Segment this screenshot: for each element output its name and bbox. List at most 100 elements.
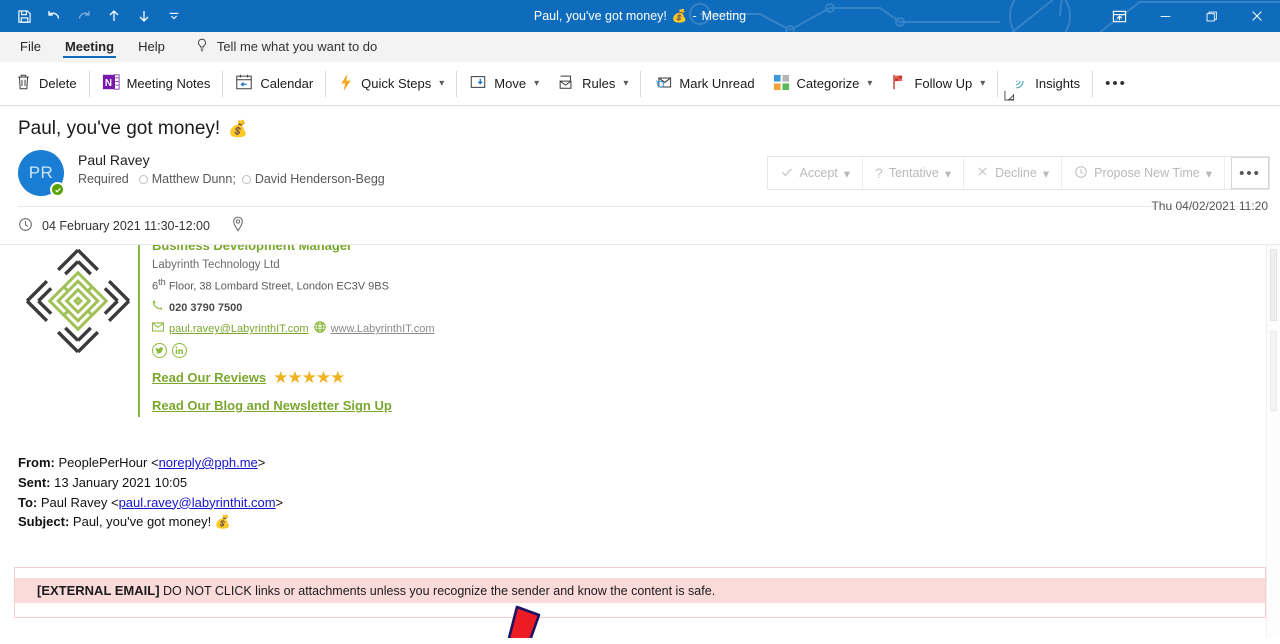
forwarded-from-email-link[interactable]: noreply@pph.me <box>159 455 258 470</box>
twitter-icon[interactable] <box>152 342 167 358</box>
rules-icon <box>557 73 575 94</box>
location-pin-icon[interactable] <box>231 216 245 235</box>
forwarded-sent-value: 13 January 2021 10:05 <box>54 474 188 490</box>
signature-address-sup: th <box>158 276 166 287</box>
attendee-2[interactable]: David Henderson-Begg <box>241 172 385 186</box>
signature-blog-row: Read Our Blog and Newsletter Sign Up <box>152 395 435 417</box>
redo-icon[interactable] <box>70 3 98 29</box>
clock-icon <box>1074 165 1088 182</box>
close-icon[interactable] <box>1234 0 1280 32</box>
response-more-button[interactable]: ••• <box>1231 157 1269 189</box>
signature-contact-row: paul.ravey@LabyrinthIT.com www.Labyrinth… <box>152 321 435 340</box>
ribbon-insights-label: Insights <box>1035 76 1081 91</box>
tab-help[interactable]: Help <box>126 32 177 61</box>
ribbon-rules-label: Rules <box>582 76 616 91</box>
read-our-blog-link[interactable]: Read Our Blog and Newsletter Sign Up <box>152 398 392 413</box>
linkedin-icon[interactable] <box>172 342 187 358</box>
read-our-reviews-link[interactable]: Read Our Reviews <box>152 367 266 388</box>
cross-icon <box>976 165 989 181</box>
tab-help-label: Help <box>138 39 165 54</box>
chevron-down-icon[interactable]: ▾ <box>867 78 872 89</box>
chevron-down-icon[interactable]: ▾ <box>844 166 850 181</box>
window-controls[interactable] <box>1096 0 1280 32</box>
signature-email-link[interactable]: paul.ravey@LabyrinthIT.com <box>169 321 309 339</box>
page-title: Paul, you've got money! 💰 <box>0 106 1280 146</box>
ribbon-separator <box>88 70 90 97</box>
signature-social-links[interactable] <box>152 340 435 359</box>
tab-file-label: File <box>20 39 41 54</box>
ribbon-move-button[interactable]: Move ▾ <box>460 67 548 101</box>
accept-button[interactable]: Accept ▾ <box>768 157 864 189</box>
labyrinth-maze-logo <box>18 245 138 417</box>
ribbon-categorize-button[interactable]: Categorize ▾ <box>764 67 882 101</box>
sender-name[interactable]: Paul Ravey <box>78 152 385 168</box>
ribbon-delete-button[interactable]: Delete <box>6 67 86 101</box>
ribbon-rules-button[interactable]: Rules ▾ <box>548 67 637 101</box>
tab-meeting[interactable]: Meeting <box>53 32 126 61</box>
chevron-down-icon[interactable]: ▾ <box>945 166 951 181</box>
vertical-scrollbar[interactable] <box>1266 245 1280 638</box>
tell-me-search[interactable]: Tell me what you want to do <box>177 32 387 61</box>
scrollbar-track-segment[interactable] <box>1270 331 1277 411</box>
ribbon-mark-unread-label: Mark Unread <box>679 76 755 91</box>
presence-available-icon <box>50 182 65 197</box>
previous-item-icon[interactable] <box>100 3 128 29</box>
chevron-down-icon[interactable]: ▾ <box>980 78 985 89</box>
ribbon-overflow-button[interactable]: ••• <box>1096 67 1136 101</box>
ribbon-separator <box>222 70 224 97</box>
restore-icon[interactable] <box>1188 0 1234 32</box>
undo-icon[interactable] <box>40 3 68 29</box>
external-email-tag: [EXTERNAL EMAIL] <box>37 583 160 598</box>
ribbon-categorize-label: Categorize <box>796 76 860 91</box>
ribbon-separator <box>456 70 458 97</box>
ribbon-follow-up-button[interactable]: Follow Up ▾ <box>881 67 994 101</box>
chevron-down-icon[interactable]: ▾ <box>534 78 539 89</box>
lightbulb-icon <box>195 38 209 56</box>
attendee-1[interactable]: Matthew Dunn; <box>138 172 236 186</box>
next-item-icon[interactable] <box>130 3 158 29</box>
signature-address: 6th Floor, 38 Lombard Street, London EC3… <box>152 275 435 296</box>
external-email-text: DO NOT CLICK links or attachments unless… <box>163 584 716 598</box>
forwarded-to-label: To: <box>18 494 38 510</box>
meeting-response-bar[interactable]: Accept ▾ ? Tentative ▾ Decline ▾ Propose… <box>766 156 1270 190</box>
ribbon[interactable]: Delete N Meeting Notes Calendar Quick St… <box>0 62 1280 106</box>
ribbon-calendar-button[interactable]: Calendar <box>226 67 322 101</box>
external-email-warning-banner: [EXTERNAL EMAIL] DO NOT CLICK links or a… <box>15 578 1265 603</box>
chevron-down-icon[interactable]: ▾ <box>1206 166 1212 181</box>
scrollbar-thumb[interactable] <box>1270 249 1277 321</box>
envelope-icon <box>152 321 164 339</box>
chevron-down-icon[interactable]: ▾ <box>623 78 628 89</box>
minimize-icon[interactable] <box>1142 0 1188 32</box>
customize-quick-access-toolbar-icon[interactable] <box>160 3 188 29</box>
decline-button[interactable]: Decline ▾ <box>964 157 1063 189</box>
propose-new-time-button[interactable]: Propose New Time ▾ <box>1062 157 1225 189</box>
tentative-button[interactable]: ? Tentative ▾ <box>863 157 965 189</box>
save-icon[interactable] <box>10 3 38 29</box>
signature-reviews-row: Read Our Reviews ★★★★★ <box>152 364 435 392</box>
forwarded-subject-row: Subject: Paul, you've got money! 💰 <box>18 512 283 532</box>
received-timestamp: Thu 04/02/2021 11:20 <box>1151 199 1268 213</box>
trash-icon <box>15 73 32 94</box>
forwarded-to-email-link[interactable]: paul.ravey@labyrinthit.com <box>119 495 276 510</box>
ribbon-display-options-icon[interactable] <box>1096 0 1142 32</box>
chevron-down-icon[interactable]: ▾ <box>439 78 444 89</box>
ribbon-tab-bar[interactable]: File Meeting Help Tell me what you want … <box>0 32 1280 62</box>
clock-icon <box>18 217 33 235</box>
ribbon-quick-steps-button[interactable]: Quick Steps ▾ <box>329 67 453 101</box>
forwarded-subject-value: Paul, you've got money! <box>72 514 212 530</box>
presence-unknown-icon <box>241 174 251 184</box>
ribbon-meeting-notes-button[interactable]: N Meeting Notes <box>93 67 220 101</box>
ribbon-mark-unread-button[interactable]: Mark Unread <box>644 67 763 101</box>
dialog-box-launcher-icon[interactable] <box>1004 90 1015 103</box>
ribbon-follow-up-label: Follow Up <box>914 76 973 91</box>
quick-access-toolbar[interactable] <box>0 3 188 29</box>
mark-unread-icon <box>653 73 672 94</box>
tab-file[interactable]: File <box>8 32 53 61</box>
chevron-down-icon[interactable]: ▾ <box>1043 166 1049 181</box>
svg-text:N: N <box>104 78 111 89</box>
avatar[interactable]: PR <box>18 150 65 197</box>
forwarded-from-close: > <box>257 455 266 470</box>
ribbon-separator <box>997 70 999 97</box>
move-to-folder-icon <box>469 73 487 94</box>
signature-website-link[interactable]: www.LabyrinthIT.com <box>331 321 435 339</box>
